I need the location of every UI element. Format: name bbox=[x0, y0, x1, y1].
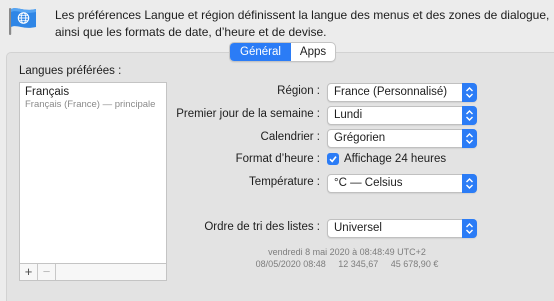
tab-bar: Général Apps bbox=[229, 42, 337, 62]
language-detail: Français (France) — principale bbox=[25, 99, 156, 110]
tab-general[interactable]: Général bbox=[230, 43, 291, 61]
first-day-label: Premier jour de la semaine : bbox=[176, 108, 320, 120]
sort-order-value: Universel bbox=[334, 222, 382, 234]
remove-language-button[interactable]: − bbox=[38, 264, 56, 280]
languages-list[interactable]: Français Français (France) — principale bbox=[19, 82, 167, 264]
up-down-chevron-icon bbox=[462, 174, 477, 193]
up-down-chevron-icon bbox=[462, 129, 477, 148]
list-item[interactable]: Français Français (France) — principale bbox=[20, 83, 166, 113]
date-sample: vendredi 8 mai 2020 à 08:48:49 UTC+2 bbox=[268, 247, 426, 257]
calendar-select[interactable]: Grégorien bbox=[327, 129, 477, 148]
region-value: France (Personnalisé) bbox=[334, 86, 448, 98]
calendar-label: Calendrier : bbox=[260, 131, 320, 143]
checkmark-icon bbox=[329, 156, 337, 163]
sort-order-select[interactable]: Universel bbox=[327, 219, 477, 238]
tab-apps[interactable]: Apps bbox=[291, 43, 335, 61]
first-day-value: Lundi bbox=[334, 109, 363, 121]
language-name: Français bbox=[25, 86, 70, 98]
time-format-checkbox-row[interactable]: Affichage 24 heures bbox=[327, 152, 446, 166]
time-format-checkbox-label: Affichage 24 heures bbox=[344, 153, 447, 165]
time-format-label: Format d’heure : bbox=[235, 153, 320, 165]
up-down-chevron-icon bbox=[462, 106, 477, 125]
region-select[interactable]: France (Personnalisé) bbox=[327, 83, 477, 102]
add-language-button[interactable]: + bbox=[20, 264, 38, 280]
description-text: Les préférences Langue et région définis… bbox=[55, 8, 550, 39]
calendar-value: Grégorien bbox=[334, 132, 386, 144]
first-day-select[interactable]: Lundi bbox=[327, 106, 477, 125]
header: Les préférences Langue et région définis… bbox=[0, 0, 554, 46]
region-label: Région : bbox=[277, 85, 320, 97]
flag-globe-icon bbox=[6, 6, 38, 36]
time-format-checkbox[interactable] bbox=[327, 153, 339, 165]
list-toolbar: + − bbox=[19, 263, 167, 281]
number-sample: 08/05/2020 08:48 12 345,67 45 678,90 € bbox=[255, 259, 439, 269]
languages-title: Langues préférées : bbox=[19, 65, 122, 77]
temperature-value: °C — Celsius bbox=[334, 177, 403, 189]
temperature-label: Température : bbox=[249, 176, 320, 188]
up-down-chevron-icon bbox=[462, 83, 477, 102]
temperature-select[interactable]: °C — Celsius bbox=[327, 174, 477, 193]
up-down-chevron-icon bbox=[462, 219, 477, 238]
sort-order-label: Ordre de tri des listes : bbox=[204, 221, 320, 233]
